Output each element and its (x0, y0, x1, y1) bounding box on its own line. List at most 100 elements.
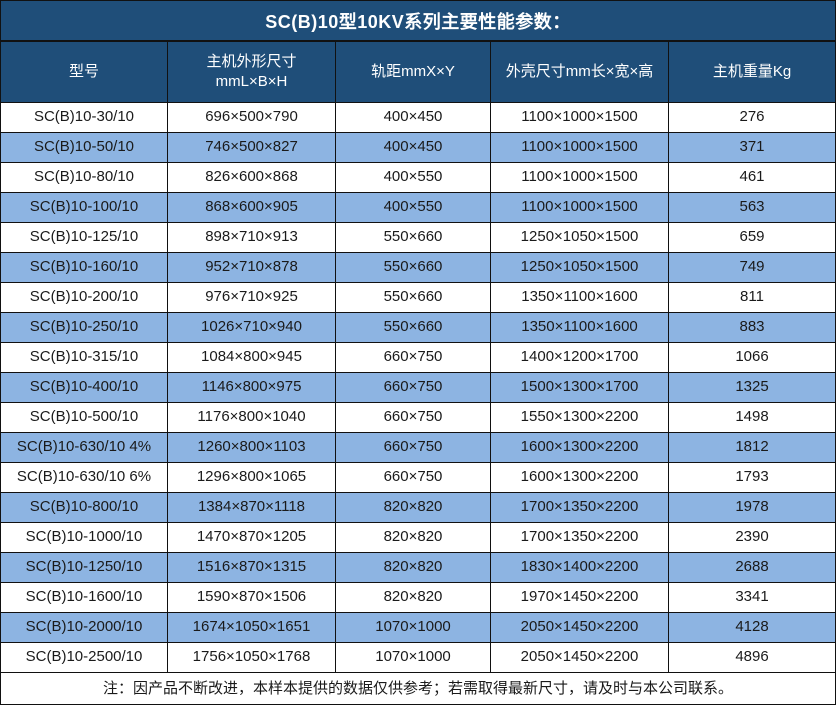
table-row: SC(B)10-2500/101756×1050×17681070×100020… (1, 643, 835, 673)
table-cell: 4128 (669, 613, 835, 642)
table-row: SC(B)10-1250/101516×870×1315820×8201830×… (1, 553, 835, 583)
table-cell: 2050×1450×2200 (491, 613, 669, 642)
table-cell: 660×750 (336, 373, 491, 402)
table-cell: SC(B)10-50/10 (1, 133, 168, 162)
table-cell: 1250×1050×1500 (491, 253, 669, 282)
table-row: SC(B)10-400/101146×800×975660×7501500×13… (1, 373, 835, 403)
table-cell: SC(B)10-250/10 (1, 313, 168, 342)
table-cell: 550×660 (336, 253, 491, 282)
table-cell: 1756×1050×1768 (168, 643, 336, 672)
table-cell: 1066 (669, 343, 835, 372)
table-row: SC(B)10-200/10976×710×925550×6601350×110… (1, 283, 835, 313)
table-row: SC(B)10-125/10898×710×913550×6601250×105… (1, 223, 835, 253)
table-cell: 1296×800×1065 (168, 463, 336, 492)
table-cell: SC(B)10-630/10 4% (1, 433, 168, 462)
table-cell: 1500×1300×1700 (491, 373, 669, 402)
table-row: SC(B)10-250/101026×710×940550×6601350×11… (1, 313, 835, 343)
table-cell: 550×660 (336, 313, 491, 342)
table-cell: 660×750 (336, 433, 491, 462)
table-cell: 952×710×878 (168, 253, 336, 282)
table-cell: 1260×800×1103 (168, 433, 336, 462)
table-cell: 749 (669, 253, 835, 282)
table-cell: 868×600×905 (168, 193, 336, 222)
table-cell: 1498 (669, 403, 835, 432)
table-cell: 550×660 (336, 223, 491, 252)
table-cell: 696×500×790 (168, 103, 336, 132)
table-cell: 2050×1450×2200 (491, 643, 669, 672)
table-row: SC(B)10-100/10868×600×905400×5501100×100… (1, 193, 835, 223)
table-row: SC(B)10-500/101176×800×1040660×7501550×1… (1, 403, 835, 433)
table-cell: 1470×870×1205 (168, 523, 336, 552)
table-cell: 563 (669, 193, 835, 222)
table-cell: 660×750 (336, 463, 491, 492)
table-cell: 1350×1100×1600 (491, 283, 669, 312)
table-cell: 1700×1350×2200 (491, 523, 669, 552)
table-row: SC(B)10-800/101384×870×1118820×8201700×1… (1, 493, 835, 523)
table-footnote: 注：因产品不断改进，本样本提供的数据仅供参考；若需取得最新尺寸，请及时与本公司联… (1, 673, 835, 702)
table-cell: 400×550 (336, 163, 491, 192)
table-row: SC(B)10-80/10826×600×868400×5501100×1000… (1, 163, 835, 193)
table-cell: SC(B)10-30/10 (1, 103, 168, 132)
table-row: SC(B)10-1600/101590×870×1506820×8201970×… (1, 583, 835, 613)
table-cell: 1176×800×1040 (168, 403, 336, 432)
table-cell: 660×750 (336, 403, 491, 432)
table-cell: 1978 (669, 493, 835, 522)
table-cell: 1070×1000 (336, 643, 491, 672)
table-cell: 820×820 (336, 583, 491, 612)
table-cell: 2390 (669, 523, 835, 552)
table-cell: 3341 (669, 583, 835, 612)
column-header: 轨距mmX×Y (336, 42, 491, 102)
table-cell: 659 (669, 223, 835, 252)
table-cell: 746×500×827 (168, 133, 336, 162)
table-cell: SC(B)10-630/10 6% (1, 463, 168, 492)
table-cell: 1100×1000×1500 (491, 163, 669, 192)
table-row: SC(B)10-160/10952×710×878550×6601250×105… (1, 253, 835, 283)
table-cell: 1325 (669, 373, 835, 402)
table-cell: 1100×1000×1500 (491, 133, 669, 162)
column-header: 主机重量Kg (669, 42, 835, 102)
table-cell: 1700×1350×2200 (491, 493, 669, 522)
table-body: SC(B)10-30/10696×500×790400×4501100×1000… (1, 103, 835, 673)
table-cell: 1100×1000×1500 (491, 193, 669, 222)
table-cell: 1070×1000 (336, 613, 491, 642)
table-cell: 1084×800×945 (168, 343, 336, 372)
table-cell: 1516×870×1315 (168, 553, 336, 582)
table-cell: 1812 (669, 433, 835, 462)
table-cell: 550×660 (336, 283, 491, 312)
table-row: SC(B)10-2000/101674×1050×16511070×100020… (1, 613, 835, 643)
column-header: 外壳尺寸mm长×宽×高 (491, 42, 669, 102)
table-row: SC(B)10-50/10746×500×827400×4501100×1000… (1, 133, 835, 163)
table-header-row: 型号主机外形尺寸 mmL×B×H轨距mmX×Y外壳尺寸mm长×宽×高主机重量Kg (1, 42, 835, 103)
table-cell: 820×820 (336, 493, 491, 522)
table-cell: 820×820 (336, 523, 491, 552)
table-cell: 1384×870×1118 (168, 493, 336, 522)
table-cell: 898×710×913 (168, 223, 336, 252)
spec-table: SC(B)10型10KV系列主要性能参数： 型号主机外形尺寸 mmL×B×H轨距… (0, 0, 836, 705)
table-cell: 1600×1300×2200 (491, 463, 669, 492)
table-cell: 811 (669, 283, 835, 312)
table-cell: 1400×1200×1700 (491, 343, 669, 372)
table-cell: SC(B)10-2500/10 (1, 643, 168, 672)
table-row: SC(B)10-630/10 4%1260×800×1103660×750160… (1, 433, 835, 463)
table-cell: 4896 (669, 643, 835, 672)
table-cell: SC(B)10-1000/10 (1, 523, 168, 552)
table-cell: SC(B)10-315/10 (1, 343, 168, 372)
table-cell: 883 (669, 313, 835, 342)
table-row: SC(B)10-30/10696×500×790400×4501100×1000… (1, 103, 835, 133)
table-cell: 1590×870×1506 (168, 583, 336, 612)
table-cell: 1674×1050×1651 (168, 613, 336, 642)
table-cell: 1026×710×940 (168, 313, 336, 342)
column-header: 主机外形尺寸 mmL×B×H (168, 42, 336, 102)
table-cell: SC(B)10-1600/10 (1, 583, 168, 612)
table-cell: 1250×1050×1500 (491, 223, 669, 252)
table-cell: SC(B)10-2000/10 (1, 613, 168, 642)
table-cell: SC(B)10-160/10 (1, 253, 168, 282)
table-cell: SC(B)10-1250/10 (1, 553, 168, 582)
table-cell: SC(B)10-100/10 (1, 193, 168, 222)
table-cell: 1146×800×975 (168, 373, 336, 402)
table-cell: 2688 (669, 553, 835, 582)
table-cell: 976×710×925 (168, 283, 336, 312)
table-cell: 1970×1450×2200 (491, 583, 669, 612)
table-cell: 1100×1000×1500 (491, 103, 669, 132)
table-cell: 1550×1300×2200 (491, 403, 669, 432)
